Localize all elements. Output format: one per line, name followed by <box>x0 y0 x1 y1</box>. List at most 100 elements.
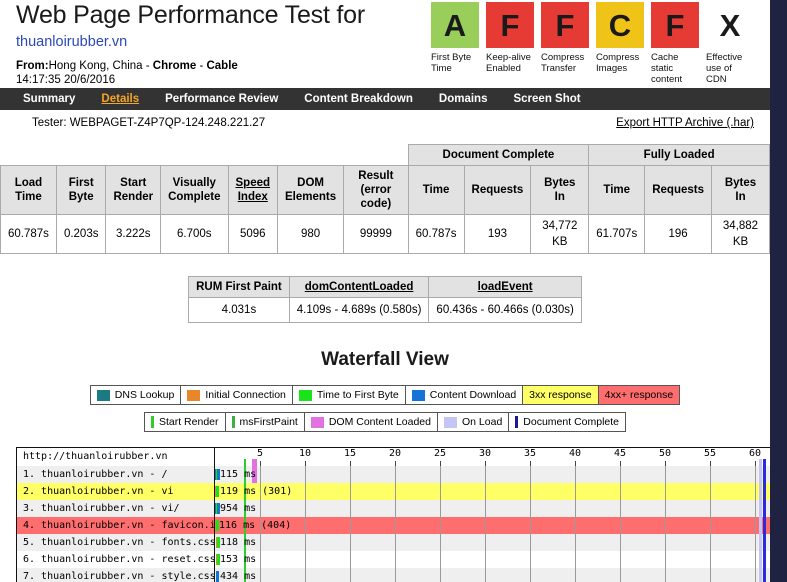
waterfall-gridline <box>395 568 396 582</box>
legend-item-dns-lookup: DNS Lookup <box>91 386 182 404</box>
rum-col-domcontentloaded[interactable]: domContentLoaded <box>288 276 430 298</box>
waterfall-request-label[interactable]: 1. thuanloirubber.vn - / <box>17 466 215 483</box>
grade-letter: F <box>541 2 589 48</box>
legend-item-on-load: On Load <box>438 413 510 431</box>
waterfall-gridline <box>350 534 351 551</box>
waterfall-gridline <box>395 517 396 534</box>
waterfall-request-label[interactable]: 4. thuanloirubber.vn - favicon.ico <box>17 517 215 534</box>
on-load-marker <box>759 568 762 582</box>
waterfall-gridline <box>530 568 531 582</box>
legend-item-content-download: Content Download <box>406 386 524 404</box>
waterfall-gridline <box>665 500 666 517</box>
waterfall-gridline <box>710 483 711 500</box>
grade-letter: F <box>651 2 699 48</box>
dom-content-loaded-marker-top <box>252 459 257 466</box>
document-complete-marker <box>763 517 766 534</box>
waterfall-gridline <box>260 568 261 582</box>
grade-compress-images[interactable]: C Compress Images <box>596 2 644 85</box>
tab-content-breakdown[interactable]: Content Breakdown <box>291 88 426 110</box>
waterfall-gridline <box>530 517 531 534</box>
waterfall-gridline <box>485 517 486 534</box>
waterfall-row[interactable]: 6. thuanloirubber.vn - reset.css 153 ms <box>17 551 770 568</box>
page-header: Web Page Performance Test for thuanloiru… <box>0 0 770 88</box>
grade-compress-transfer[interactable]: F Compress Transfer <box>541 2 589 85</box>
export-har-link[interactable]: Export HTTP Archive (.har) <box>616 117 754 129</box>
legend-item-document-complete: Document Complete <box>509 413 625 431</box>
waterfall-gridline <box>620 534 621 551</box>
waterfall-row[interactable]: 7. thuanloirubber.vn - style.css 434 ms <box>17 568 770 582</box>
grade-effective-use-of-cdn[interactable]: X Effective use of CDN <box>706 2 754 85</box>
tab-screen-shot[interactable]: Screen Shot <box>500 88 593 110</box>
waterfall-gridline <box>575 551 576 568</box>
tab-performance-review[interactable]: Performance Review <box>152 88 291 110</box>
waterfall-gridline <box>395 551 396 568</box>
legend-item-msfirstpaint: msFirstPaint <box>226 413 305 431</box>
col-header-speed-index[interactable]: Speed Index <box>227 165 279 215</box>
metrics-column-header-row: Load Time First Byte Start Render Visually Comp… <box>0 165 770 215</box>
legend-item-dom-content-loaded: DOM Content Loaded <box>305 413 438 431</box>
waterfall-duration-label: 118 ms <box>220 537 257 548</box>
rum-col-loadevent[interactable]: loadEvent <box>428 276 582 298</box>
legend-label: 3xx response <box>529 389 592 401</box>
waterfall-gridline <box>620 500 621 517</box>
waterfall-row[interactable]: 1. thuanloirubber.vn - / 115 ms <box>17 466 770 483</box>
from-location: Hong Kong, China - <box>48 60 153 72</box>
waterfall-legend-primary: DNS Lookup Initial Connection Time to Firs… <box>89 385 681 405</box>
waterfall-row[interactable]: 2. thuanloirubber.vn - vi 119 ms (301) <box>17 483 770 500</box>
legend-label: On Load <box>462 416 503 428</box>
waterfall-axis: 5 10 15 20 25 30 35 40 45 50 55 60 <box>215 448 770 466</box>
waterfall-gridline <box>620 568 621 582</box>
waterfall-request-label[interactable]: 3. thuanloirubber.vn - vi/ <box>17 500 215 517</box>
waterfall-gridline <box>755 551 756 568</box>
waterfall-request-track: 954 ms <box>215 500 770 517</box>
waterfall-request-track: 153 ms <box>215 551 770 568</box>
waterfall-bar-segment <box>216 486 219 497</box>
waterfall-request-label[interactable]: 7. thuanloirubber.vn - style.css <box>17 568 215 582</box>
metric-value: 61.707s <box>588 214 646 254</box>
metrics-group-header-row: Document Complete Fully Loaded <box>0 144 770 166</box>
waterfall-gridline <box>575 534 576 551</box>
document-complete-marker <box>763 483 766 500</box>
grade-first-byte-time[interactable]: A First Byte Time <box>431 2 479 85</box>
waterfall-row[interactable]: 5. thuanloirubber.vn - fonts.css 118 ms <box>17 534 770 551</box>
waterfall-gridline <box>665 534 666 551</box>
grade-keep-alive-enabled[interactable]: F Keep-alive Enabled <box>486 2 534 85</box>
waterfall-duration-label: 116 ms (404) <box>219 520 292 531</box>
metrics-value-row: 60.787s 0.203s 3.222s 6.700s 5096 980 99999 60.… <box>0 214 770 254</box>
waterfall-gridline <box>260 466 261 483</box>
waterfall-gridline <box>260 500 261 517</box>
waterfall-row[interactable]: 4. thuanloirubber.vn - favicon.ico 116 ms… <box>17 517 770 534</box>
tab-domains[interactable]: Domains <box>426 88 501 110</box>
metric-value: 980 <box>277 214 345 254</box>
waterfall-gridline <box>305 517 306 534</box>
waterfall-gridline <box>305 483 306 500</box>
waterfall-gridline <box>305 568 306 582</box>
tab-details[interactable]: Details <box>88 88 152 110</box>
waterfall-gridline <box>575 466 576 483</box>
waterfall-request-label[interactable]: 6. thuanloirubber.vn - reset.css <box>17 551 215 568</box>
metric-value: 34,772 KB <box>530 214 590 254</box>
col-header-dom-elements: DOM Elements <box>277 165 345 215</box>
waterfall-request-label[interactable]: 5. thuanloirubber.vn - fonts.css <box>17 534 215 551</box>
rum-value: 4.031s <box>188 297 290 323</box>
axis-tick-label: 5 <box>256 448 264 459</box>
waterfall-gridline <box>305 551 306 568</box>
waterfall-gridline <box>485 466 486 483</box>
waterfall-gridline <box>620 551 621 568</box>
separator-dash: - <box>196 60 207 72</box>
on-load-marker <box>759 466 762 483</box>
tab-summary[interactable]: Summary <box>10 88 88 110</box>
legend-item-4xx-response: 4xx+ response <box>598 386 680 404</box>
waterfall-gridline <box>440 534 441 551</box>
axis-tick-label: 10 <box>298 448 312 459</box>
grade-letter: A <box>431 2 479 48</box>
waterfall-gridline <box>665 466 666 483</box>
waterfall-row[interactable]: 3. thuanloirubber.vn - vi/954 ms <box>17 500 770 517</box>
waterfall-legend-secondary-row: Start Render msFirstPaint DOM Content Load… <box>0 412 770 432</box>
waterfall-gridline <box>305 500 306 517</box>
waterfall-gridline <box>755 568 756 582</box>
waterfall-gridline <box>350 500 351 517</box>
rum-col-rum-first-paint: RUM First Paint <box>188 276 290 298</box>
waterfall-request-label[interactable]: 2. thuanloirubber.vn - vi <box>17 483 215 500</box>
grade-cache-static-content[interactable]: F Cache static content <box>651 2 699 85</box>
